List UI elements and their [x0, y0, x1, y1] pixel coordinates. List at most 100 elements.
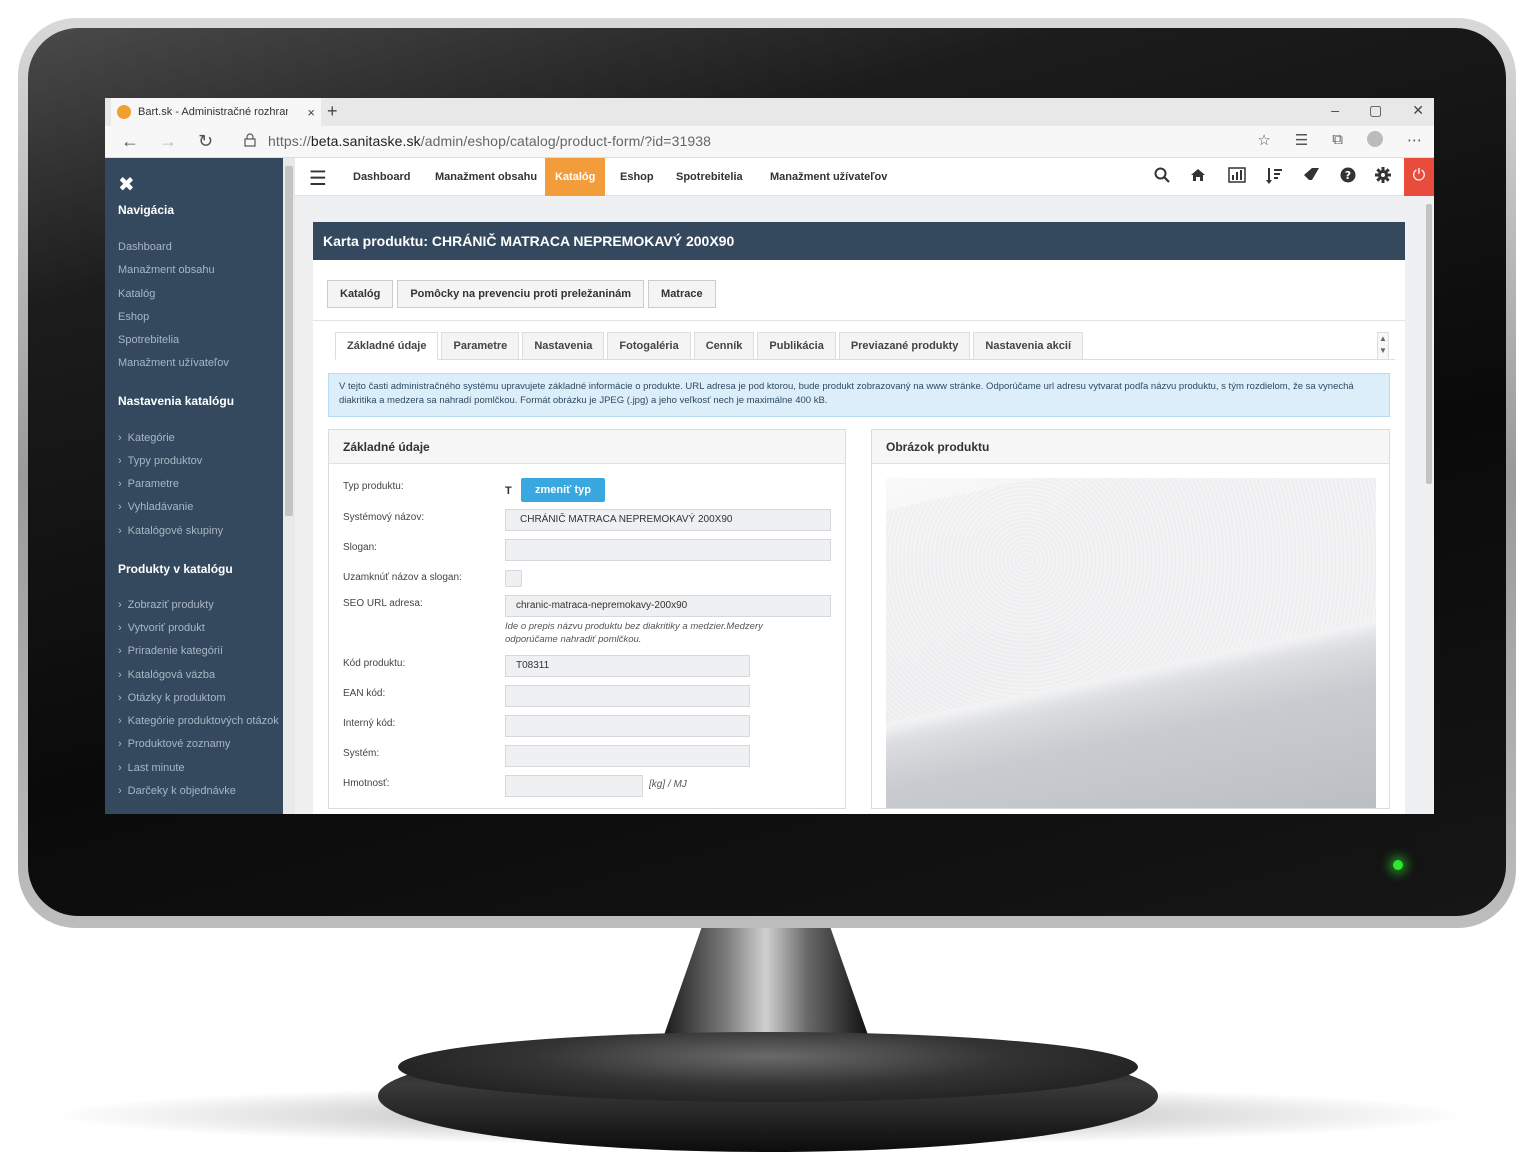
sidebar-item-search[interactable]: Vyhladávanie [118, 501, 194, 513]
profile-icon[interactable] [1367, 131, 1383, 151]
breadcrumb-category[interactable]: Pomôcky na prevenciu proti preležaninám [397, 280, 645, 308]
star-icon[interactable]: ☆ [1257, 131, 1270, 151]
back-arrow-icon[interactable]: ← [121, 131, 139, 152]
sidebar-item-question-categories[interactable]: Kategórie produktových otázok [118, 715, 279, 727]
chart-icon[interactable] [1228, 167, 1246, 188]
product-code-field[interactable]: T08311 [505, 655, 750, 677]
sidebar-heading-catalog-settings: Nastavenia katalógu [118, 394, 235, 408]
product-type-value: T [505, 485, 512, 497]
topnav-eshop[interactable]: Eshop [610, 158, 664, 196]
weight-label: Hmotnosť: [343, 778, 390, 789]
url-field[interactable]: https://beta.sanitaske.sk/admin/eshop/ca… [268, 133, 711, 149]
top-navigation: ☰ Dashboard Manažment obsahu Katalóg Esh… [295, 158, 1434, 196]
breadcrumb-catalog[interactable]: Katalóg [327, 280, 394, 308]
refresh-icon[interactable]: ↻ [198, 131, 213, 152]
url-path: /admin/eshop/catalog/product-form/?id=31… [420, 133, 712, 149]
hamburger-menu-icon[interactable]: ☰ [309, 166, 327, 191]
url-host: beta.sanitaske.sk [310, 133, 421, 149]
home-icon[interactable] [1190, 167, 1206, 188]
product-tabs: Základné údaje Parametre Nastavenia Foto… [335, 332, 1084, 360]
sidebar: ✖ Navigácia Dashboard Manažment obsahu K… [105, 158, 283, 814]
system-name-field[interactable]: CHRÁNIČ MATRACA NEPREMOKAVÝ 200X90 [505, 509, 831, 531]
internal-code-field[interactable] [505, 715, 750, 737]
sidebar-item-users[interactable]: Manažment užívateľov [118, 357, 229, 369]
eraser-icon[interactable] [1303, 167, 1321, 186]
topnav-dashboard[interactable]: Dashboard [343, 158, 420, 196]
topnav-content[interactable]: Manažment obsahu [425, 158, 547, 196]
browser-tab[interactable]: Bart.sk - Administračné rozhranie × [111, 98, 321, 126]
sidebar-item-parameters[interactable]: Parametre [118, 478, 179, 490]
collections-icon[interactable]: ⧉ [1332, 131, 1343, 151]
tabs-scroll-arrows[interactable]: ▲ ▼ [1377, 332, 1389, 360]
browser-tab-title: Bart.sk - Administračné rozhranie [138, 106, 288, 118]
breadcrumb-subcategory[interactable]: Matrace [648, 280, 716, 308]
sidebar-item-product-lists[interactable]: Produktové zoznamy [118, 738, 231, 750]
sidebar-item-order-gifts[interactable]: Darčeky k objednávke [118, 785, 236, 797]
topnav-catalog[interactable]: Katalóg [545, 158, 606, 196]
sidebar-scrollbar[interactable] [283, 158, 295, 814]
product-card: Karta produktu: CHRÁNIČ MATRACA NEPREMOK… [313, 222, 1405, 814]
power-led-icon [1393, 860, 1403, 870]
sidebar-item-show-products[interactable]: Zobraziť produkty [118, 599, 214, 611]
tab-parameters[interactable]: Parametre [441, 332, 520, 360]
content-scrollbar-thumb[interactable] [1426, 204, 1432, 484]
slogan-field[interactable] [505, 539, 831, 561]
seo-url-field[interactable]: chranic-matraca-nepremokavy-200x90 [505, 595, 831, 617]
panel-heading: Obrázok produktu [872, 430, 1389, 464]
tab-close-icon[interactable]: × [307, 105, 315, 120]
url-prefix: https:// [268, 133, 311, 149]
divider [313, 320, 1405, 321]
window-close-button[interactable]: ✕ [1412, 102, 1424, 119]
sidebar-item-categories[interactable]: Kategórie [118, 432, 175, 444]
tab-price-list[interactable]: Cenník [693, 332, 755, 360]
sidebar-item-content[interactable]: Manažment obsahu [118, 264, 215, 276]
sidebar-heading-navigation: Navigácia [118, 203, 175, 217]
sidebar-item-dashboard[interactable]: Dashboard [118, 241, 172, 253]
gear-icon[interactable] [1375, 167, 1391, 188]
new-tab-button[interactable]: + [327, 101, 338, 122]
tab-promotion-settings[interactable]: Nastavenia akcií [973, 332, 1084, 360]
tab-photo-gallery[interactable]: Fotogaléria [607, 332, 691, 360]
sidebar-item-catalog-groups[interactable]: Katalógové skupiny [118, 525, 223, 537]
sidebar-item-catalog[interactable]: Katalóg [118, 288, 155, 300]
tab-linked-products[interactable]: Previazané produkty [838, 332, 971, 360]
seo-url-help: Ide o prepis názvu produktu bez diakriti… [505, 621, 763, 645]
internal-code-label: Interný kód: [343, 718, 396, 729]
sidebar-item-create-product[interactable]: Vytvoriť produkt [118, 622, 205, 634]
sidebar-scrollbar-thumb[interactable] [285, 166, 293, 516]
sidebar-item-eshop[interactable]: Eshop [118, 311, 149, 323]
maximize-button[interactable]: ▢ [1369, 102, 1382, 119]
sidebar-item-category-assignment[interactable]: Priradenie kategórií [118, 645, 223, 657]
power-icon[interactable]: ⏻ [1404, 158, 1434, 196]
minimize-button[interactable]: – [1331, 102, 1339, 119]
sidebar-item-last-minute[interactable]: Last minute [118, 762, 185, 774]
sidebar-item-product-types[interactable]: Typy produktov [118, 455, 203, 467]
more-icon[interactable]: ⋯ [1407, 131, 1422, 151]
ean-field[interactable] [505, 685, 750, 707]
topnav-users[interactable]: Manažment užívateľov [760, 158, 897, 196]
help-icon[interactable]: ? [1340, 167, 1356, 188]
system-field[interactable] [505, 745, 750, 767]
weight-field[interactable] [505, 775, 643, 797]
breadcrumb: Katalóg Pomôcky na prevenciu proti prele… [327, 280, 716, 308]
topnav-consumers[interactable]: Spotrebitelia [666, 158, 753, 196]
lock-name-checkbox[interactable] [505, 570, 522, 587]
forward-arrow-icon[interactable]: → [159, 131, 177, 152]
sidebar-item-catalog-binding[interactable]: Katalógová väzba [118, 669, 215, 681]
sidebar-close-icon[interactable]: ✖ [118, 172, 135, 197]
browser-toolbar: ☆ ☰ ⧉ ⋯ [1257, 131, 1422, 151]
sidebar-item-product-questions[interactable]: Otázky k produktom [118, 692, 226, 704]
sidebar-item-consumers[interactable]: Spotrebitelia [118, 334, 179, 346]
sort-icon[interactable] [1266, 167, 1282, 190]
content-scrollbar[interactable] [1424, 196, 1434, 814]
tab-basic-info[interactable]: Základné údaje [335, 332, 439, 360]
search-icon[interactable] [1154, 167, 1170, 188]
product-image[interactable] [886, 478, 1376, 808]
lock-icon [244, 133, 256, 150]
favorites-icon[interactable]: ☰ [1295, 131, 1308, 151]
product-image-panel: Obrázok produktu [871, 429, 1390, 809]
browser-tab-bar: Bart.sk - Administračné rozhranie × + – … [105, 98, 1434, 126]
tab-settings[interactable]: Nastavenia [522, 332, 605, 360]
change-type-button[interactable]: zmeniť typ [521, 478, 605, 502]
tab-publication[interactable]: Publikácia [757, 332, 836, 360]
